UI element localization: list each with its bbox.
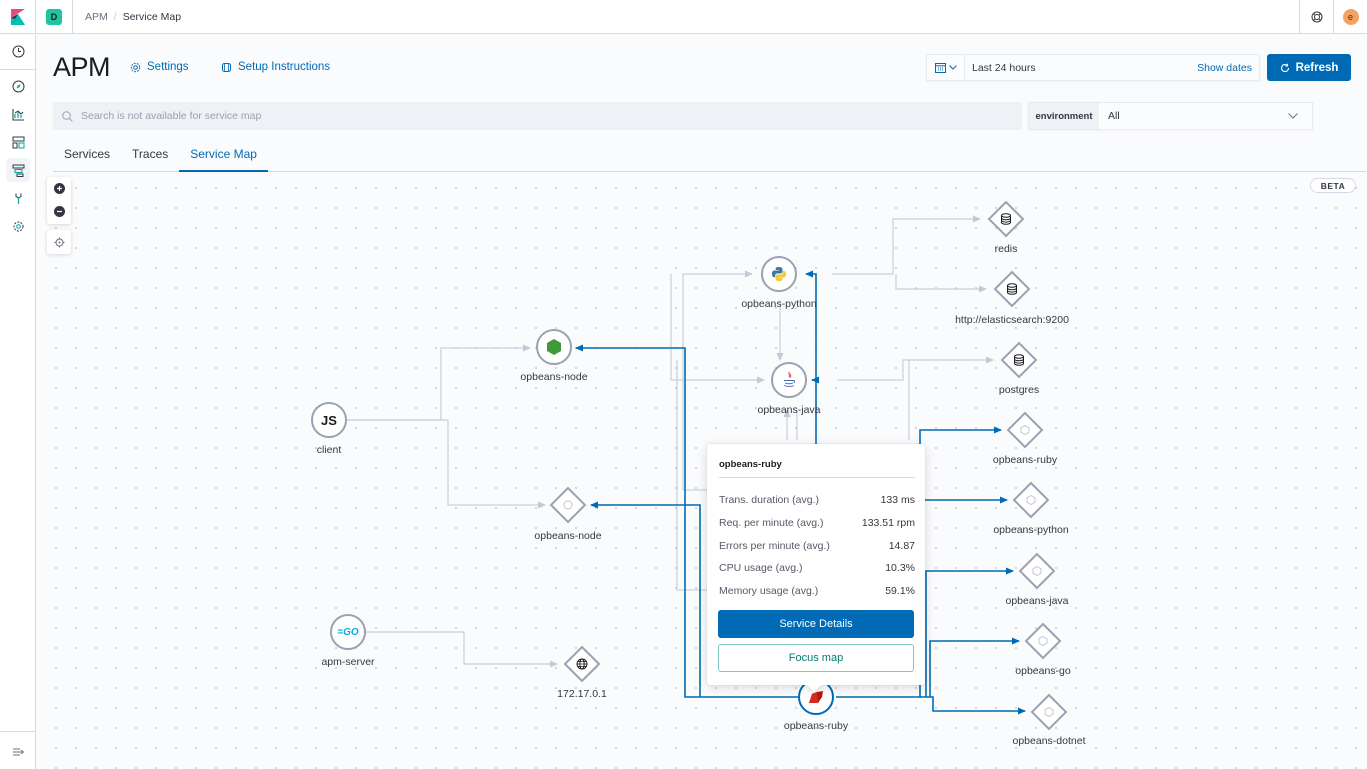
node-label: opbeans-go [1015,665,1071,677]
node-icon-wrap [1001,342,1037,378]
metric-row: Memory usage (avg.) 59.1% [719,585,915,597]
node-label: 172.17.0.1 [557,688,607,700]
node-icon-wrap [1013,482,1049,518]
node-label: opbeans-python [741,298,817,310]
metric-label: Memory usage (avg.) [719,585,819,597]
ruby-icon [809,691,823,703]
metric-value: 10.3% [885,562,915,574]
node-external-opbeans-ruby[interactable] [1006,411,1044,449]
node-external-opbeans-go[interactable] [1024,622,1062,660]
node-circle [771,362,807,398]
metric-row: Req. per minute (avg.) 133.51 rpm [719,517,915,529]
metric-value: 133.51 rpm [861,517,915,529]
external-service-icon [1032,566,1042,576]
center-map-button[interactable] [47,230,71,254]
zoom-in-button[interactable] [47,177,71,200]
database-icon [1014,354,1024,366]
edge-java-postgres [838,356,994,381]
node-icon-wrap [1025,623,1061,659]
metric-row: Trans. duration (avg.) 133 ms [719,494,915,506]
minus-icon [53,206,65,217]
node-opbeans-node-external[interactable] [549,486,587,524]
service-details-button[interactable]: Service Details [718,610,914,638]
java-icon [783,371,796,387]
node-icon-wrap [1019,553,1055,589]
metric-row: CPU usage (avg.) 10.3% [719,562,915,574]
edge-client-node-ext [347,419,546,509]
node-postgres[interactable] [1000,341,1038,379]
metric-value: 133 ms [880,494,915,506]
node-circle: =GO [330,614,366,650]
node-circle [536,329,572,365]
database-icon [1007,283,1017,295]
node-ip[interactable] [563,645,601,683]
metric-label: CPU usage (avg.) [719,562,803,574]
node-redis[interactable] [987,200,1025,238]
node-icon-wrap [994,271,1030,307]
external-service-icon [1044,707,1054,717]
node-label: postgres [998,384,1040,396]
node-label: opbeans-java [1005,595,1069,607]
node-icon-wrap [564,646,600,682]
metric-label: Req. per minute (avg.) [719,517,824,529]
popover-divider [719,477,915,478]
node-label: opbeans-node [534,530,602,542]
metric-label: Trans. duration (avg.) [719,494,819,506]
nodejs-icon [547,339,561,355]
external-service-icon [1026,495,1036,505]
external-service-icon [1020,425,1030,435]
python-icon [772,267,786,281]
zoom-out-button[interactable] [47,200,71,223]
map-edges [347,215,1026,715]
edge-ruby-ext-ruby [919,426,1002,697]
node-circle [761,256,797,292]
zoom-controls [47,177,71,224]
edge-ruby-ext-dotnet [836,696,1026,715]
metric-label: Errors per minute (avg.) [719,540,830,552]
node-elasticsearch[interactable] [993,270,1031,308]
metric-value: 59.1% [885,585,915,597]
external-service-icon [563,500,573,510]
edge-ruby-node-ext [590,501,701,697]
focus-map-button[interactable]: Focus map [718,644,914,672]
node-label: redis [994,243,1018,255]
external-service-icon [1038,636,1048,646]
go-icon: =GO [337,626,359,638]
node-label: opbeans-java [757,404,821,416]
metric-row: Errors per minute (avg.) 14.87 [719,540,915,552]
node-label: opbeans-dotnet [1012,735,1086,747]
database-icon [1001,213,1011,225]
node-label: client [316,444,342,456]
edge-ruby-ext-go [929,637,1020,697]
crosshair-icon [54,237,64,247]
beta-badge: BETA [1310,178,1356,193]
edge-python-redis [832,215,981,275]
edge-client-node [347,344,531,421]
node-icon-wrap [550,487,586,523]
edge-ruby-ext-java [925,567,1014,697]
node-icon-wrap [1031,694,1067,730]
plus-icon [53,183,65,194]
node-label: opbeans-python [993,524,1069,536]
metric-value: 14.87 [888,540,915,552]
node-external-opbeans-python[interactable] [1012,481,1050,519]
node-label: apm-server [321,656,375,668]
node-external-opbeans-java[interactable] [1018,552,1056,590]
node-label: http://elasticsearch:9200 [955,314,1069,326]
js-icon: JS [321,412,337,428]
popover-title: opbeans-ruby [719,459,782,470]
node-external-opbeans-dotnet[interactable] [1030,693,1068,731]
edge-python-es [895,274,987,293]
node-label: opbeans-ruby [992,454,1058,466]
node-icon-wrap [988,201,1024,237]
node-label: opbeans-ruby [783,720,849,732]
node-icon-wrap [1007,412,1043,448]
node-popover: opbeans-ruby Trans. duration (avg.) 133 … [707,444,925,693]
node-circle: JS [311,402,347,438]
edge-apm-ip [366,631,558,668]
node-label: opbeans-node [520,371,588,383]
globe-icon [576,658,588,670]
